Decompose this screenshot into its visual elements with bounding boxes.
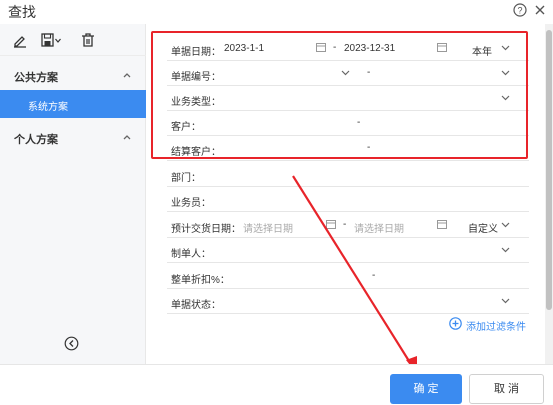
filter-row-salesman: 业务员： bbox=[167, 187, 529, 212]
range-dash: - bbox=[372, 270, 376, 281]
salesman-label: 业务员： bbox=[171, 198, 211, 209]
department-label: 部门： bbox=[171, 173, 201, 184]
delivery-date-start[interactable]: 请选择日期 bbox=[243, 220, 293, 235]
filter-row-status: 单据状态： bbox=[167, 289, 529, 314]
plus-circle-icon bbox=[449, 317, 462, 330]
creator-label: 制单人： bbox=[171, 249, 211, 260]
chevron-down-icon[interactable] bbox=[501, 222, 510, 228]
chevron-up-icon[interactable] bbox=[122, 133, 132, 141]
delivery-date-period[interactable]: 自定义 bbox=[468, 220, 498, 235]
chevron-down-icon[interactable] bbox=[501, 247, 510, 253]
filter-row-discount: 整单折扣%： - bbox=[167, 264, 529, 289]
filter-row-delivery-date: 预计交货日期： 请选择日期 - 请选择日期 自定义 bbox=[167, 213, 529, 238]
highlight-box bbox=[151, 31, 528, 159]
personal-scheme-label: 个人方案 bbox=[14, 134, 58, 146]
chevron-up-icon[interactable] bbox=[122, 71, 132, 79]
delivery-date-label: 预计交货日期： bbox=[171, 224, 241, 235]
scrollbar-thumb[interactable] bbox=[546, 30, 552, 310]
filter-row-creator: 制单人： bbox=[167, 238, 529, 263]
close-icon[interactable] bbox=[533, 3, 547, 17]
dialog-title: 查找 bbox=[8, 4, 36, 20]
save-icon[interactable] bbox=[40, 32, 62, 48]
delivery-date-end[interactable]: 请选择日期 bbox=[354, 220, 404, 235]
add-filter-label: 添加过滤条件 bbox=[466, 322, 526, 333]
personal-scheme-group[interactable]: 个人方案 bbox=[0, 124, 146, 150]
scheme-sidebar: 公共方案 系统方案 个人方案 bbox=[0, 24, 146, 364]
status-label: 单据状态： bbox=[171, 300, 221, 311]
calendar-icon[interactable] bbox=[437, 219, 447, 229]
filter-row-department: 部门： bbox=[167, 162, 529, 187]
chevron-down-icon[interactable] bbox=[501, 298, 510, 304]
public-scheme-group[interactable]: 公共方案 bbox=[0, 62, 146, 88]
calendar-icon[interactable] bbox=[326, 219, 336, 229]
range-dash: - bbox=[343, 219, 347, 230]
collapse-sidebar-icon[interactable] bbox=[64, 336, 79, 351]
svg-text:?: ? bbox=[517, 6, 522, 16]
discount-label: 整单折扣%： bbox=[171, 275, 230, 286]
system-scheme-item[interactable]: 系统方案 bbox=[0, 90, 146, 118]
public-scheme-label: 公共方案 bbox=[14, 72, 58, 84]
system-scheme-label: 系统方案 bbox=[28, 102, 68, 113]
ok-button[interactable]: 确 定 bbox=[390, 374, 462, 404]
dialog-header: 查找 ? bbox=[0, 0, 553, 24]
help-icon[interactable]: ? bbox=[513, 3, 527, 17]
scheme-toolbar bbox=[0, 24, 146, 56]
edit-icon[interactable] bbox=[12, 32, 28, 48]
delete-icon[interactable] bbox=[80, 32, 96, 48]
cancel-button[interactable]: 取 消 bbox=[469, 374, 544, 404]
dialog-footer: 确 定 取 消 bbox=[0, 364, 553, 405]
